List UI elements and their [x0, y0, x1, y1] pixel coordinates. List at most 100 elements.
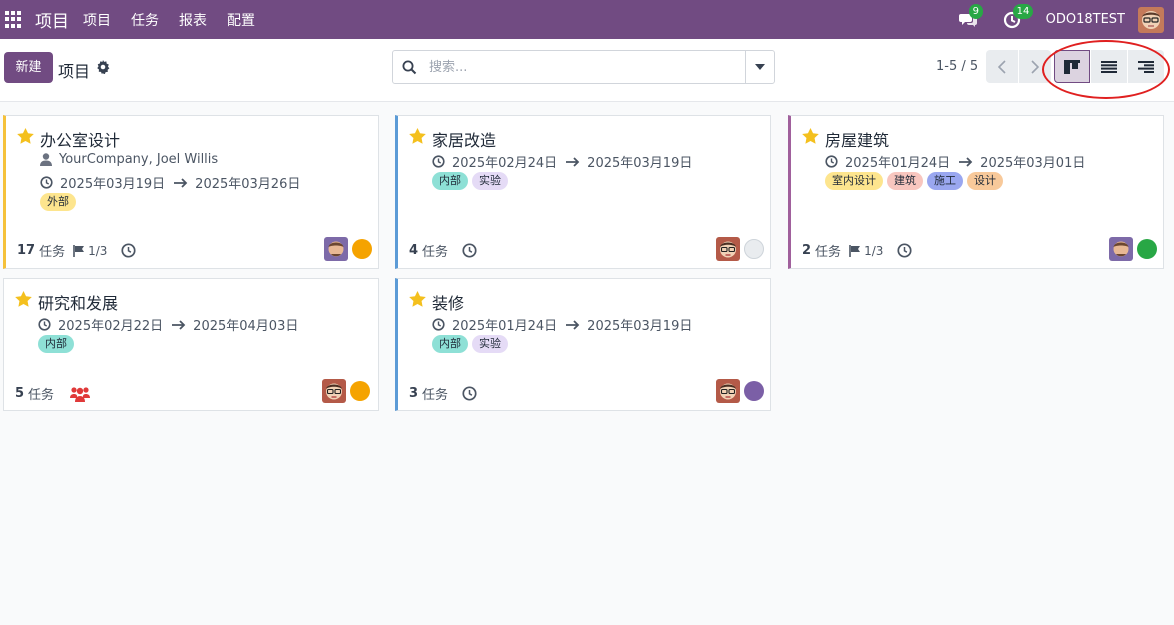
search-bar: [392, 50, 775, 84]
activity-button[interactable]: [121, 243, 136, 258]
users-icon: [70, 386, 91, 402]
task-label[interactable]: 任务: [28, 384, 54, 403]
project-status-dot[interactable]: [744, 381, 764, 401]
flag-icon: [73, 244, 85, 257]
activity-button[interactable]: [462, 386, 477, 401]
project-manager-avatar[interactable]: [324, 237, 348, 261]
project-status-dot[interactable]: [350, 381, 370, 401]
clock-icon: [432, 155, 445, 168]
top-navbar: 项目 项目 任务 报表 配置 9 14 ODO18TEST: [0, 0, 1174, 39]
date-row: 2025年03月19日 2025年03月26日: [40, 173, 300, 192]
pager-next-button[interactable]: [1019, 50, 1051, 83]
task-count[interactable]: 17: [17, 243, 35, 258]
end-date: 2025年03月01日: [980, 156, 1086, 171]
activity-button[interactable]: [897, 243, 912, 258]
control-panel: 新建 项目 1-5 / 5: [0, 39, 1174, 102]
start-date: 2025年02月24日: [452, 156, 558, 171]
person-icon: [40, 153, 52, 166]
project-card[interactable]: 装修 2025年01月24日 2025年03月19日 内部 实验 3 任务: [395, 278, 771, 411]
end-date: 2025年04月03日: [193, 319, 299, 334]
favorite-star-icon[interactable]: [15, 291, 32, 308]
project-title[interactable]: 办公室设计: [40, 127, 120, 151]
project-title[interactable]: 家居改造: [432, 127, 496, 151]
menu-item-configuration[interactable]: 配置: [227, 10, 255, 30]
task-label[interactable]: 任务: [39, 241, 65, 260]
task-count[interactable]: 3: [409, 386, 418, 401]
search-options-toggle[interactable]: [745, 51, 774, 83]
project-title[interactable]: 研究和发展: [38, 290, 118, 314]
project-card[interactable]: 家居改造 2025年02月24日 2025年03月19日 内部 实验 4 任务: [395, 115, 771, 269]
list-view-button[interactable]: [1091, 50, 1127, 83]
activity-button[interactable]: [462, 243, 477, 258]
favorite-star-icon[interactable]: [409, 128, 426, 145]
arrow-right-icon: [174, 177, 188, 188]
project-manager-avatar[interactable]: [1109, 237, 1133, 261]
clock-icon: [432, 318, 445, 331]
project-manager-avatar[interactable]: [716, 379, 740, 403]
task-count[interactable]: 4: [409, 243, 418, 258]
clock-icon: [462, 386, 477, 401]
date-row: 2025年02月22日 2025年04月03日: [38, 315, 298, 334]
customer-name: YourCompany, Joel Willis: [59, 152, 219, 167]
task-label[interactable]: 任务: [422, 241, 448, 260]
gear-icon[interactable]: [96, 60, 110, 74]
tag-list: 内部: [38, 335, 78, 353]
apps-menu-icon[interactable]: [5, 10, 23, 29]
pager-previous-button[interactable]: [986, 50, 1018, 83]
project-card[interactable]: 房屋建筑 2025年01月24日 2025年03月01日 室内设计 建筑 施工 …: [788, 115, 1164, 269]
project-card[interactable]: 办公室设计 YourCompany, Joel Willis 2025年03月1…: [3, 115, 379, 269]
tag: 室内设计: [825, 172, 883, 190]
project-title[interactable]: 装修: [432, 290, 464, 314]
project-title[interactable]: 房屋建筑: [825, 127, 889, 151]
clock-icon: [40, 176, 53, 189]
activity-button[interactable]: [70, 386, 91, 402]
database-name[interactable]: ODO18TEST: [1046, 12, 1125, 27]
project-status-dot[interactable]: [744, 239, 764, 259]
kanban-view-button[interactable]: [1054, 50, 1090, 83]
activity-view-button[interactable]: [1128, 50, 1164, 83]
project-manager-avatar[interactable]: [322, 379, 346, 403]
customer-row: YourCompany, Joel Willis: [40, 152, 218, 167]
new-button[interactable]: 新建: [4, 52, 53, 83]
start-date: 2025年01月24日: [452, 319, 558, 334]
card-footer: 2 任务 1/3: [802, 241, 912, 260]
menu-item-tasks[interactable]: 任务: [131, 10, 159, 30]
card-footer: 3 任务: [409, 384, 477, 403]
search-input[interactable]: [429, 51, 739, 83]
menu-item-projects[interactable]: 项目: [83, 10, 111, 30]
favorite-star-icon[interactable]: [802, 128, 819, 145]
project-status-dot[interactable]: [1137, 239, 1157, 259]
tag: 设计: [967, 172, 1003, 190]
clock-icon: [38, 318, 51, 331]
arrow-right-icon: [566, 319, 580, 330]
milestone-status: 1/3: [73, 244, 107, 258]
messages-button[interactable]: 9: [958, 3, 983, 30]
project-manager-avatar[interactable]: [716, 237, 740, 261]
menu-item-reporting[interactable]: 报表: [179, 10, 207, 30]
end-date: 2025年03月26日: [195, 177, 301, 192]
favorite-star-icon[interactable]: [17, 128, 34, 145]
tag-list: 内部 实验: [432, 172, 512, 190]
task-count[interactable]: 2: [802, 243, 811, 258]
app-title[interactable]: 项目: [35, 7, 69, 32]
project-card[interactable]: 研究和发展 2025年02月22日 2025年04月03日 内部 5 任务: [3, 278, 379, 411]
clock-icon: [897, 243, 912, 258]
pager-value[interactable]: 1-5 / 5: [936, 59, 978, 74]
start-date: 2025年02月22日: [58, 319, 164, 334]
milestone-status: 1/3: [849, 244, 883, 258]
project-status-dot[interactable]: [352, 239, 372, 259]
task-label[interactable]: 任务: [815, 241, 841, 260]
task-count[interactable]: 5: [15, 386, 24, 401]
milestone-count: 1/3: [88, 243, 108, 258]
favorite-star-icon[interactable]: [409, 291, 426, 308]
tag: 内部: [432, 335, 468, 353]
tag-list: 外部: [40, 193, 80, 211]
date-row: 2025年02月24日 2025年03月19日: [432, 152, 692, 171]
card-footer: 5 任务: [15, 384, 91, 403]
caret-down-icon: [755, 64, 765, 70]
task-label[interactable]: 任务: [422, 384, 448, 403]
activities-button[interactable]: 14: [1002, 3, 1034, 30]
tag-list: 内部 实验: [432, 335, 512, 353]
user-avatar[interactable]: [1138, 6, 1164, 33]
chevron-right-icon: [1031, 59, 1039, 74]
